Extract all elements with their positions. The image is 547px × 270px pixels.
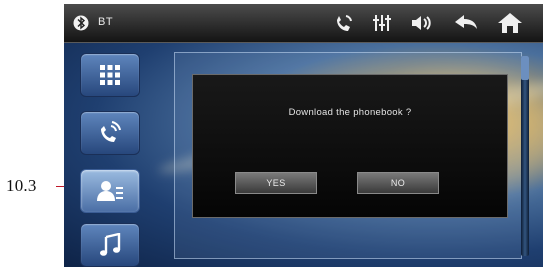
no-button[interactable]: NO	[357, 172, 439, 194]
equalizer-icon[interactable]	[370, 9, 394, 37]
grid-menu-icon	[100, 65, 120, 85]
status-bar: BT	[64, 4, 543, 43]
scrollbar[interactable]	[521, 56, 529, 256]
sidebar-item-dial[interactable]	[80, 111, 140, 155]
scrollbar-thumb[interactable]	[521, 56, 529, 80]
back-icon[interactable]	[452, 9, 480, 37]
confirm-dialog: Download the phonebook ? YES NO	[192, 74, 508, 218]
phone-dial-icon	[101, 121, 121, 142]
sidebar-item-phonebook[interactable]	[80, 169, 140, 213]
sidebar-item-music[interactable]	[80, 223, 140, 267]
sidebar-item-menu[interactable]	[80, 53, 140, 97]
volume-icon[interactable]	[408, 9, 434, 37]
music-icon	[100, 233, 121, 256]
home-icon[interactable]	[496, 9, 524, 37]
phonebook-icon	[97, 181, 123, 201]
yes-button[interactable]: YES	[235, 172, 317, 194]
call-icon[interactable]	[332, 9, 356, 37]
device-screen: BT Download the phonebook ? YES NO	[64, 4, 543, 267]
bluetooth-icon[interactable]	[72, 9, 90, 37]
bluetooth-label: BT	[98, 16, 114, 28]
dialog-message: Download the phonebook ?	[288, 107, 412, 118]
callout-label: 10.3	[6, 176, 37, 195]
